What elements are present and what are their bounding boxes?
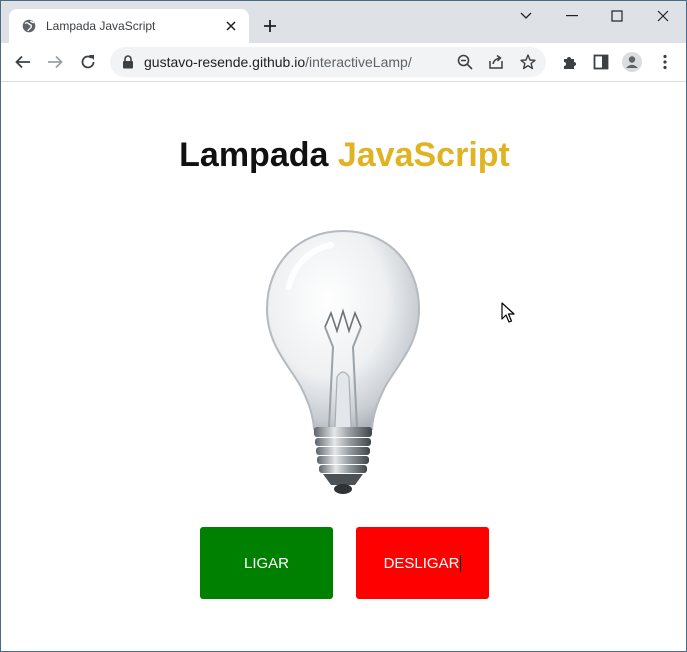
url-text[interactable]: gustavo-resende.github.io/interactiveLam… — [144, 54, 412, 70]
lock-icon[interactable] — [122, 55, 134, 69]
close-icon[interactable] — [223, 18, 239, 34]
title-text: Lampada — [179, 136, 338, 174]
menu-icon — [663, 54, 667, 70]
text-cursor — [460, 554, 462, 572]
close-icon — [657, 10, 669, 22]
profile-icon — [622, 52, 642, 72]
maximize-icon — [611, 10, 623, 22]
reload-icon — [81, 55, 95, 69]
share-icon[interactable] — [487, 53, 505, 71]
back-button[interactable] — [12, 51, 34, 73]
profile-button[interactable] — [621, 51, 643, 73]
forward-arrow-icon — [48, 55, 63, 69]
url-path: /interactiveLamp/ — [305, 54, 412, 70]
turn-off-label: DESLIGAR — [383, 554, 460, 572]
page-content: Lampada JavaScript LIGAR DESLIGAR — [1, 82, 686, 651]
chevron-down-icon — [520, 12, 532, 19]
page-title: Lampada JavaScript — [1, 136, 686, 175]
url-host: gustavo-resende.github.io — [144, 54, 306, 70]
tab-strip: Lampada JavaScript — [1, 1, 686, 43]
light-bulb-image — [265, 229, 421, 494]
extensions-icon — [563, 56, 576, 69]
menu-button[interactable] — [654, 51, 676, 73]
browser-toolbar: gustavo-resende.github.io/interactiveLam… — [1, 43, 686, 82]
maximize-button[interactable] — [594, 5, 640, 27]
address-bar[interactable]: gustavo-resende.github.io/interactiveLam… — [110, 47, 546, 77]
extensions-button[interactable] — [558, 51, 580, 73]
minimize-button[interactable] — [549, 5, 595, 27]
side-panel-icon — [593, 54, 609, 70]
plus-icon[interactable] — [259, 15, 281, 37]
forward-button[interactable] — [44, 51, 66, 73]
star-icon[interactable] — [519, 53, 537, 71]
side-panel-button[interactable] — [590, 51, 612, 73]
turn-on-button[interactable]: LIGAR — [200, 527, 333, 599]
tab-search-button[interactable] — [503, 5, 549, 27]
browser-window: Lampada JavaScript gustavo-resende.githu… — [0, 0, 687, 652]
zoom-icon[interactable] — [456, 53, 474, 71]
turn-off-button[interactable]: DESLIGAR — [356, 527, 489, 599]
browser-tab[interactable]: Lampada JavaScript — [9, 9, 249, 43]
back-arrow-icon — [15, 55, 30, 69]
tab-title: Lampada JavaScript — [46, 19, 156, 33]
reload-button[interactable] — [77, 51, 99, 73]
title-accent-text: JavaScript — [337, 136, 510, 174]
minimize-icon — [566, 15, 578, 17]
mouse-pointer-icon — [501, 302, 515, 323]
close-window-button[interactable] — [640, 5, 686, 27]
globe-icon — [22, 19, 36, 33]
